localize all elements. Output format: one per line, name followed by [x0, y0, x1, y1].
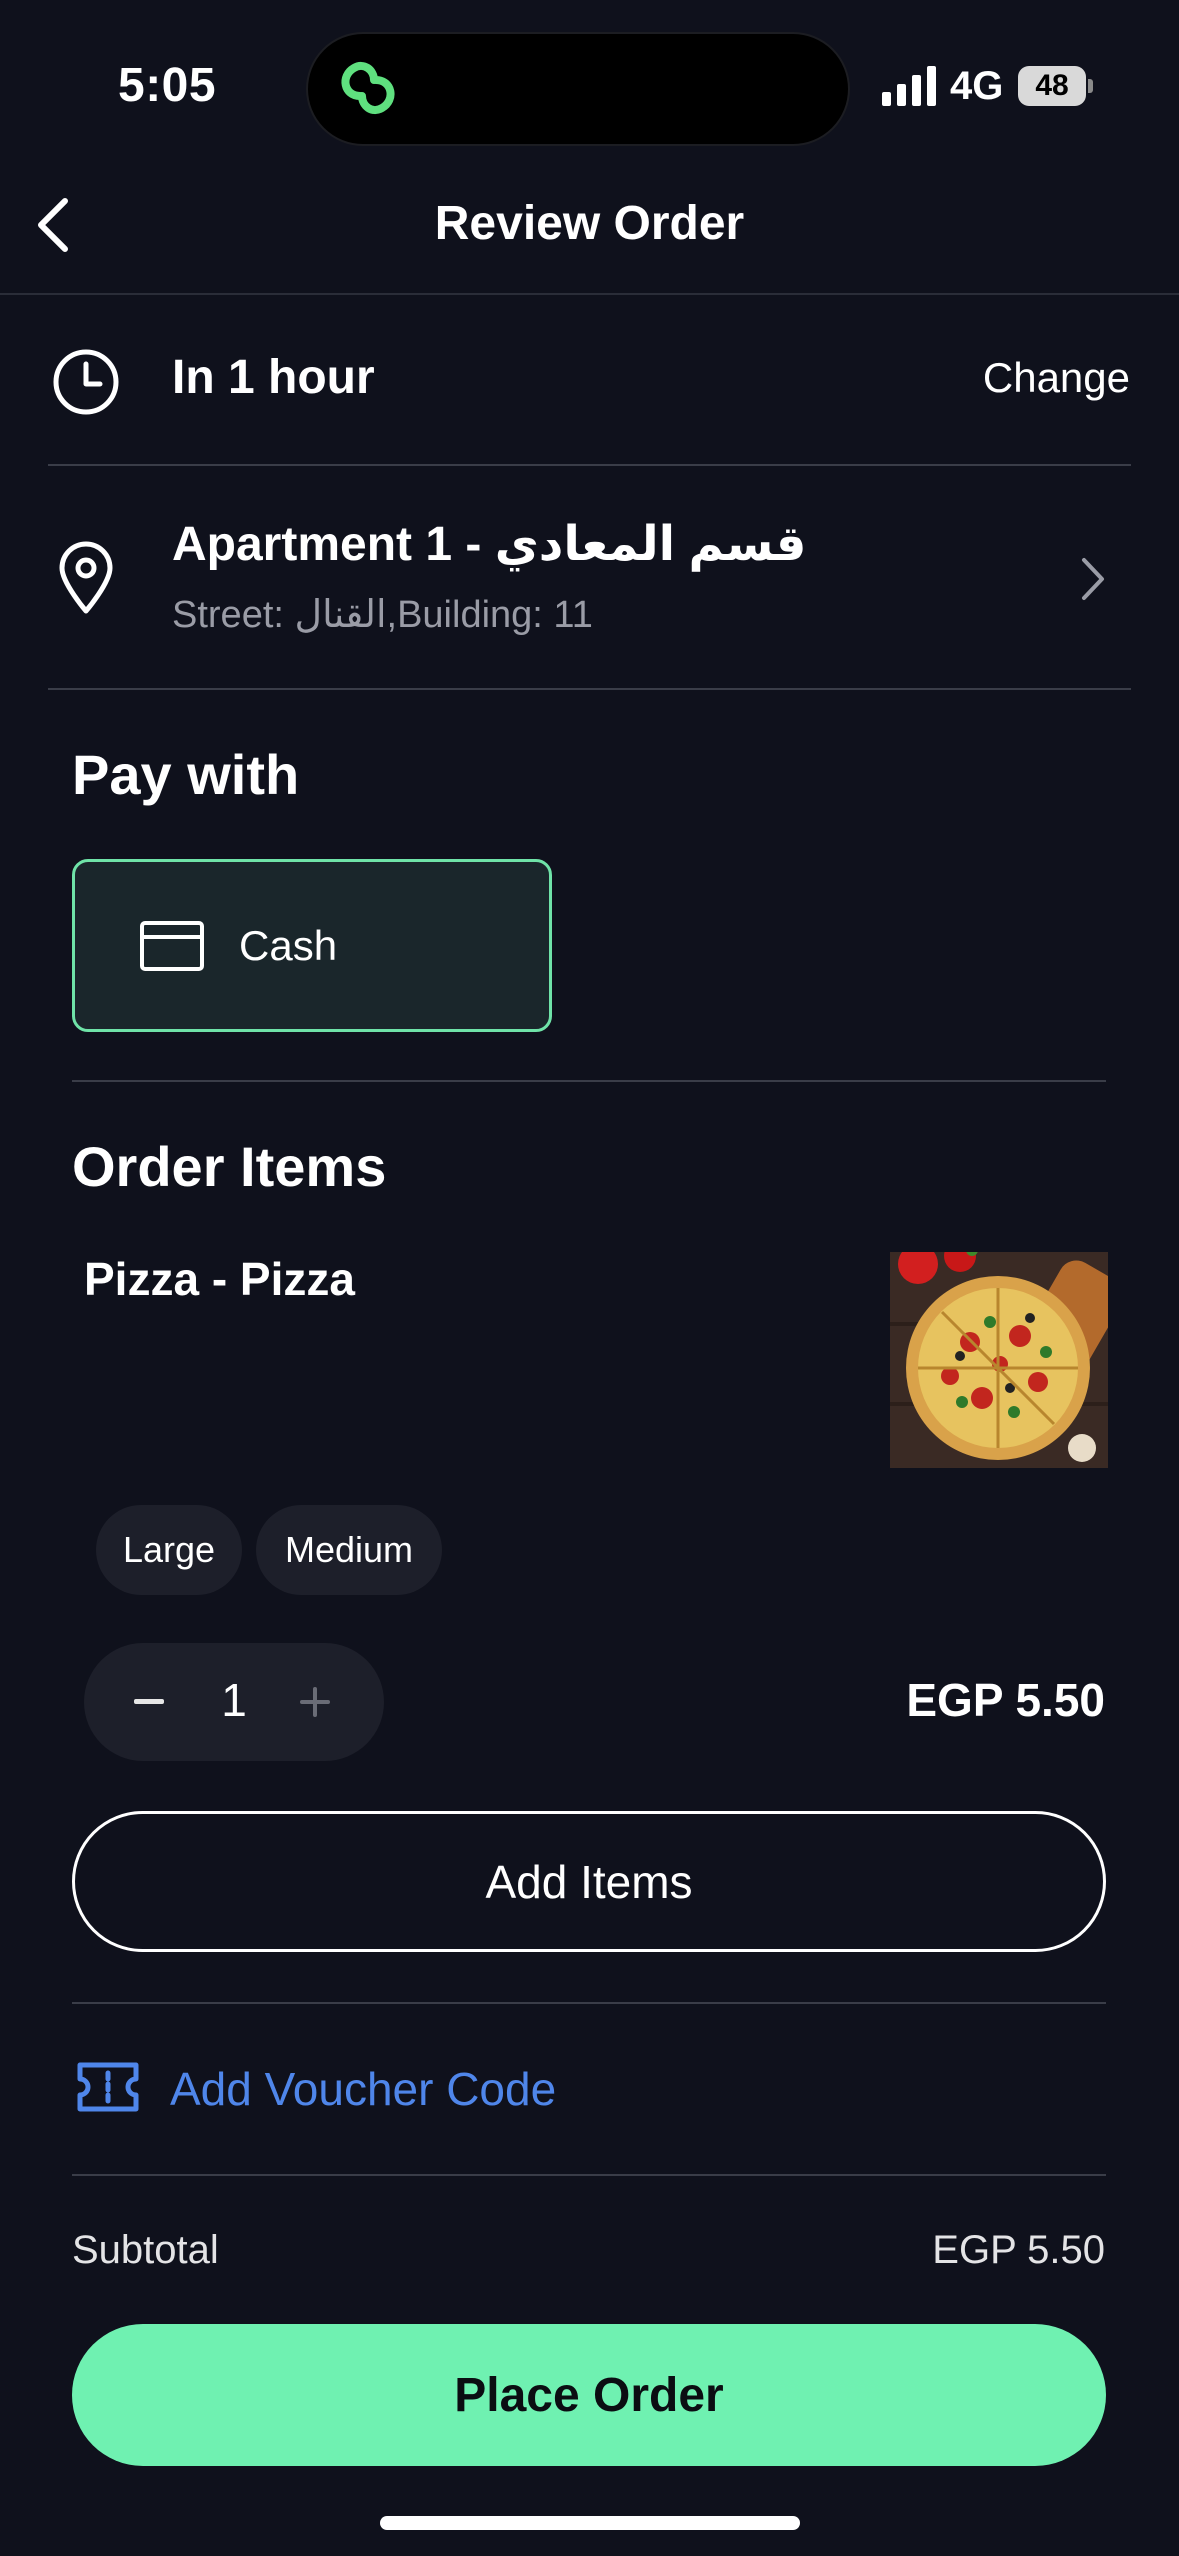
payment-method-cash[interactable]: Cash: [72, 859, 552, 1032]
ticket-icon: [77, 2062, 139, 2112]
voucher-divider: [72, 2174, 1106, 2176]
place-order-button[interactable]: Place Order: [72, 2324, 1106, 2466]
signal-icon: [882, 66, 936, 106]
increase-quantity-button[interactable]: [280, 1667, 350, 1737]
card-icon: [140, 920, 204, 971]
header-divider: [0, 293, 1179, 295]
option-chip: Large: [96, 1505, 242, 1595]
payment-divider: [72, 1080, 1106, 1082]
address-row[interactable]: [0, 470, 1179, 688]
order-items-title: Order Items: [72, 1135, 387, 1198]
item-name: Pizza - Pizza: [84, 1253, 355, 1305]
network-type: 4G: [950, 64, 1004, 108]
address-divider: [48, 688, 1131, 690]
decrease-quantity-button[interactable]: [114, 1667, 184, 1737]
clock-icon: [48, 344, 124, 420]
subtotal-label: Subtotal: [72, 2228, 219, 2272]
battery-level: 48: [1018, 66, 1086, 106]
pizza-image: [890, 1252, 1108, 1468]
map-pin-icon: [50, 540, 122, 616]
status-time: 5:05: [118, 59, 217, 112]
items-divider: [72, 2002, 1106, 2004]
chevron-right-icon: [1082, 558, 1104, 600]
option-chip: Medium: [256, 1505, 442, 1595]
address-title: Apartment 1 - قسم المعادي: [172, 518, 807, 571]
item-price: EGP 5.50: [906, 1674, 1105, 1726]
address-subtitle: Street: القنال,Building: 11: [172, 594, 593, 636]
app-link-icon: [341, 61, 395, 115]
quantity-value: 1: [221, 1674, 247, 1726]
add-items-button[interactable]: Add Items: [72, 1811, 1106, 1952]
delivery-time: In 1 hour: [172, 351, 375, 404]
pay-with-title: Pay with: [72, 743, 300, 806]
minus-icon: [134, 1699, 164, 1704]
page-title: Review Order: [434, 197, 745, 250]
subtotal-value: EGP 5.50: [932, 2228, 1105, 2272]
change-time-button[interactable]: Change: [900, 354, 1130, 402]
quantity-stepper: 1: [84, 1643, 384, 1761]
home-indicator: [380, 2516, 800, 2530]
delivery-divider: [48, 464, 1131, 466]
payment-method-label: Cash: [239, 921, 338, 969]
plus-icon: [300, 1687, 330, 1717]
add-voucher-label: Add Voucher Code: [170, 2063, 557, 2115]
battery-icon: 48: [1018, 66, 1094, 106]
